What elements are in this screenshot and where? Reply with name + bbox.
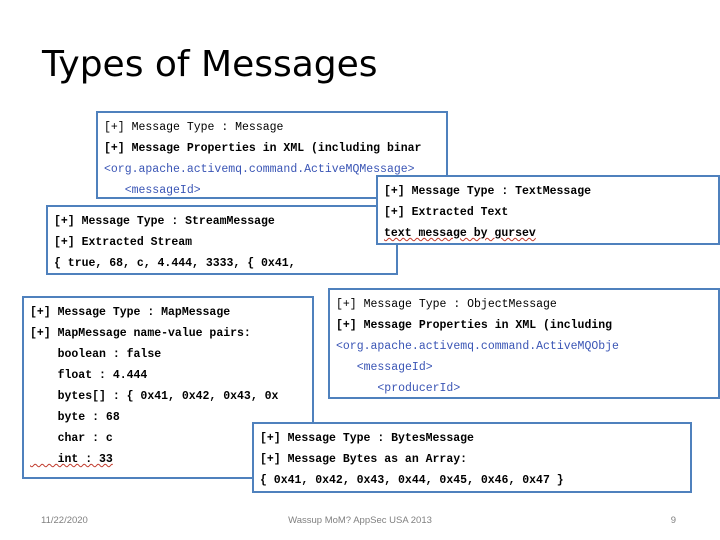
code-line: [+] MapMessage name-value pairs: (30, 327, 251, 340)
code-line: float : 4.444 (30, 369, 148, 382)
code-line: { true, 68, c, 4.444, 3333, { 0x41, (54, 257, 296, 270)
code-line: [+] Message Type : ObjectMessage (336, 298, 557, 311)
code-box-bytes-message: [+] Message Type : BytesMessage [+] Mess… (252, 422, 692, 493)
code-line: [+] Message Type : StreamMessage (54, 215, 275, 228)
code-line-xml: <messageId> (336, 361, 433, 374)
footer-page-number: 9 (670, 515, 676, 526)
code-line-xml: <producerId> (336, 382, 461, 395)
code-line: [+] Message Type : Message (104, 121, 284, 134)
page-title: Types of Messages (42, 44, 378, 85)
code-line: [+] Message Type : MapMessage (30, 306, 231, 319)
code-line: [+] Message Bytes as an Array: (260, 453, 468, 466)
code-line: [+] Message Type : BytesMessage (260, 432, 474, 445)
code-line: bytes[] : { 0x41, 0x42, 0x43, 0x (30, 390, 279, 403)
code-line: text message by gursev (384, 227, 536, 240)
code-line: [+] Message Properties in XML (including… (104, 142, 422, 155)
code-line: boolean : false (30, 348, 162, 361)
code-line: { 0x41, 0x42, 0x43, 0x44, 0x45, 0x46, 0x… (260, 474, 564, 487)
code-box-stream-message: [+] Message Type : StreamMessage [+] Ext… (46, 205, 398, 275)
code-line: [+] Message Properties in XML (including (336, 319, 613, 332)
code-line: [+] Extracted Text (384, 206, 509, 219)
code-box-text-message: [+] Message Type : TextMessage [+] Extra… (376, 175, 720, 245)
code-line: [+] Message Type : TextMessage (384, 185, 592, 198)
code-line: [+] Extracted Stream (54, 236, 193, 249)
code-box-object-message: [+] Message Type : ObjectMessage [+] Mes… (328, 288, 720, 399)
footer-note: Wassup MoM? AppSec USA 2013 (288, 515, 432, 526)
slide-canvas: Types of Messages [+] Message Type : Mes… (0, 0, 720, 540)
code-line-xml: <org.apache.activemq.command.ActiveMQObj… (336, 340, 619, 353)
